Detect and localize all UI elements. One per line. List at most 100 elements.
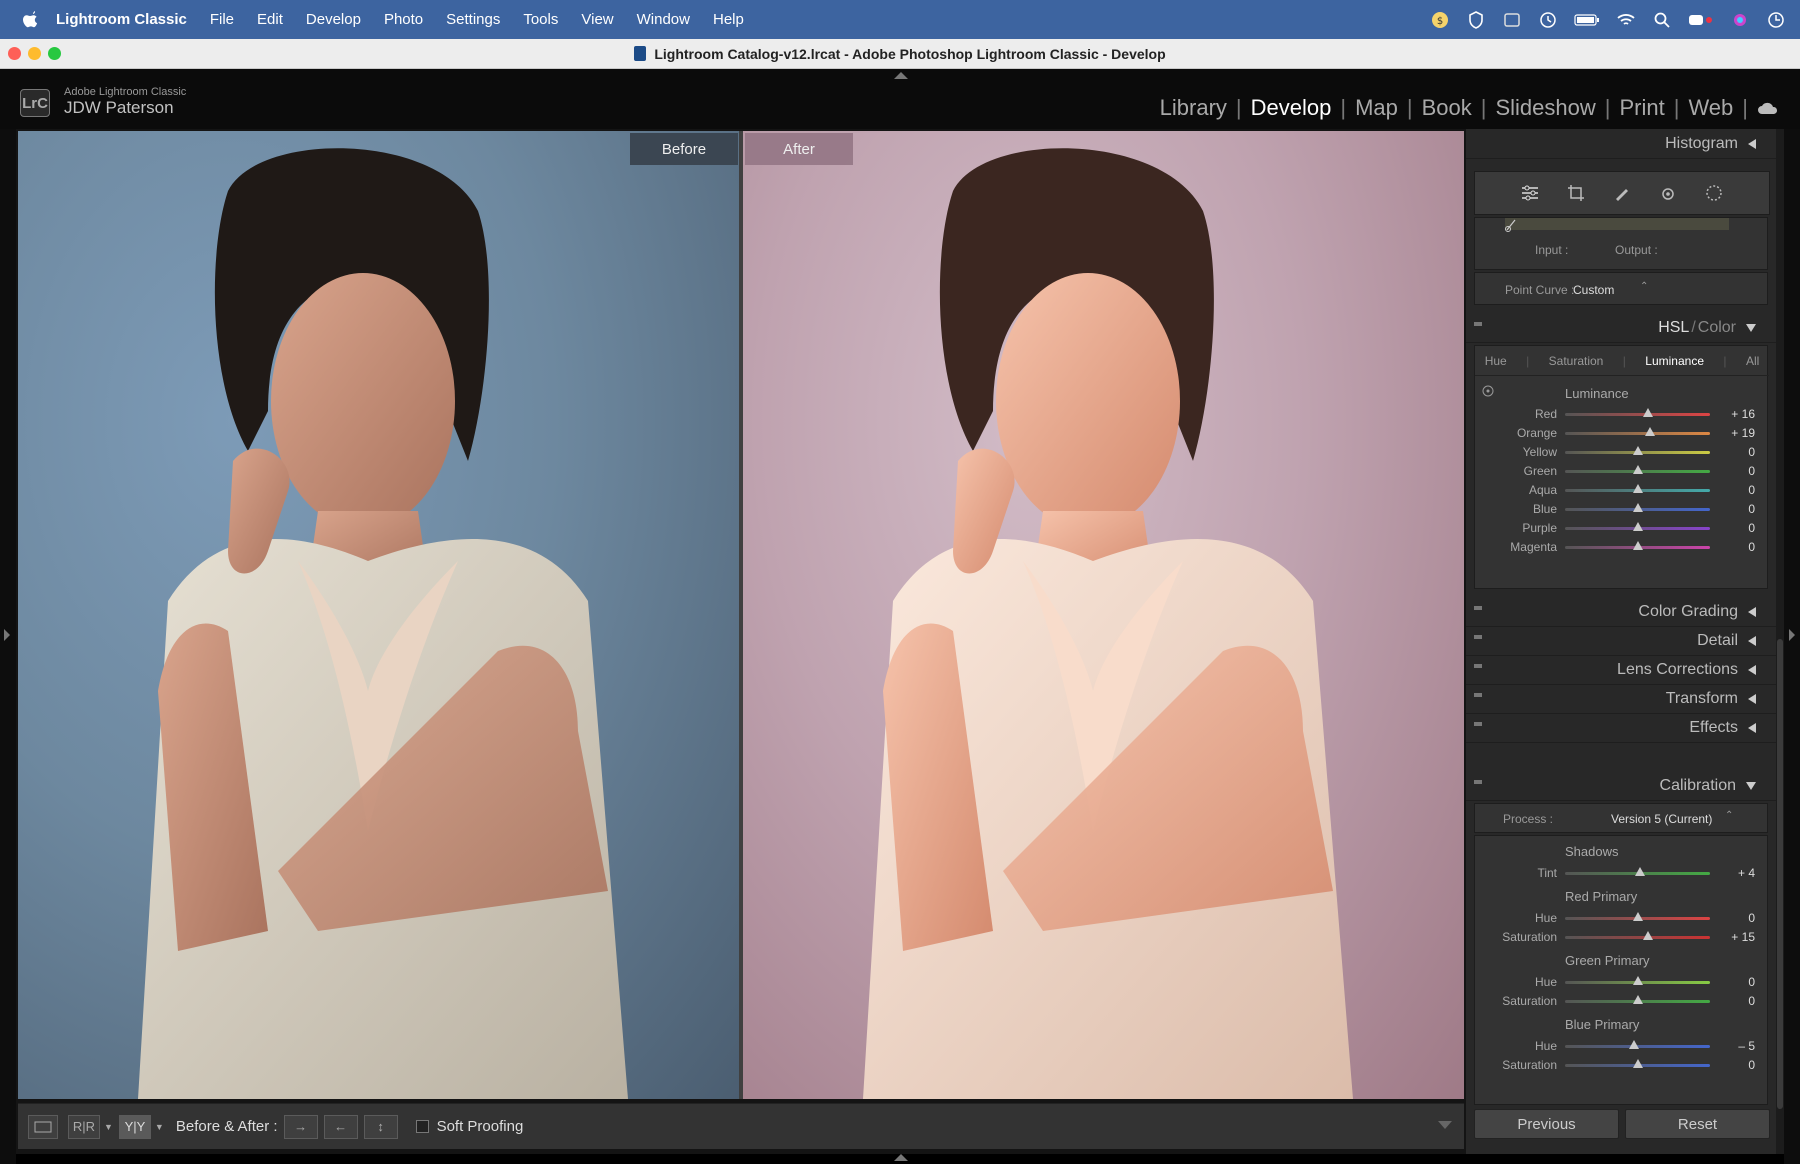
process-select[interactable]: Version 5 (Current) (1611, 812, 1712, 826)
menu-edit[interactable]: Edit (257, 11, 283, 28)
app-menu-extra-icon[interactable] (1502, 10, 1522, 30)
color-grading-panel-header[interactable]: Color Grading (1466, 597, 1776, 627)
slider-row-saturation[interactable]: Saturation 0 (1475, 991, 1769, 1011)
slider-value[interactable]: 0 (1748, 483, 1755, 497)
soft-proofing-checkbox[interactable] (415, 1120, 429, 1133)
effects-panel-header[interactable]: Effects (1466, 713, 1776, 743)
before-after-lr-button[interactable]: R|R (68, 1114, 100, 1139)
right-panel-toggle-icon[interactable] (1789, 629, 1795, 641)
top-panel-toggle-icon[interactable] (894, 72, 908, 79)
apple-menu-icon[interactable] (20, 10, 40, 30)
module-print[interactable]: Print (1610, 95, 1673, 121)
spotlight-search-icon[interactable] (1652, 10, 1672, 30)
slider-row-purple[interactable]: Purple 0 (1475, 518, 1769, 538)
slider-knob[interactable] (1632, 912, 1643, 921)
crop-icon[interactable] (1566, 183, 1586, 203)
dropbox-status-icon[interactable]: $ (1430, 10, 1450, 30)
time-machine-icon[interactable] (1538, 10, 1558, 30)
menu-photo[interactable]: Photo (384, 11, 423, 28)
window-zoom-button[interactable] (48, 47, 61, 60)
swap-before-after-button[interactable]: ↕ (363, 1114, 398, 1139)
slider-value[interactable]: 0 (1748, 975, 1755, 989)
slider-knob[interactable] (1635, 867, 1646, 876)
slider-knob[interactable] (1644, 427, 1655, 436)
panel-switch-icon[interactable] (1474, 780, 1482, 784)
slider-value[interactable]: + 16 (1731, 407, 1755, 421)
left-panel-toggle-icon[interactable] (4, 629, 10, 641)
slider-track[interactable] (1565, 432, 1710, 435)
slider-row-saturation[interactable]: Saturation 0 (1475, 1055, 1769, 1075)
module-develop[interactable]: Develop (1242, 95, 1341, 121)
transform-panel-header[interactable]: Transform (1466, 684, 1776, 714)
menu-app-name[interactable]: Lightroom Classic (56, 11, 187, 28)
photo-before[interactable] (18, 131, 739, 1099)
right-panel-scrollbar[interactable] (1776, 129, 1784, 1154)
slider-value[interactable]: 0 (1748, 445, 1755, 459)
slider-knob[interactable] (1632, 503, 1643, 512)
vpn-shield-icon[interactable] (1466, 10, 1486, 30)
slider-row-yellow[interactable]: Yellow 0 (1475, 442, 1769, 462)
slider-knob[interactable] (1632, 541, 1643, 550)
slider-value[interactable]: + 19 (1731, 426, 1755, 440)
panel-switch-icon[interactable] (1474, 322, 1482, 326)
menu-develop[interactable]: Develop (306, 11, 361, 28)
control-center-icon[interactable] (1688, 10, 1714, 30)
before-after-split-button[interactable]: Y|Y (118, 1114, 151, 1139)
slider-row-hue[interactable]: Hue – 5 (1475, 1036, 1769, 1056)
lrc-logo[interactable]: LrC (20, 89, 50, 117)
toolbar-content-menu-icon[interactable] (1438, 1121, 1452, 1129)
slider-value[interactable]: 0 (1748, 521, 1755, 535)
module-book[interactable]: Book (1413, 95, 1481, 121)
slider-value[interactable]: 0 (1748, 1058, 1755, 1072)
slider-row-orange[interactable]: Orange + 19 (1475, 423, 1769, 443)
red-eye-icon[interactable] (1658, 183, 1678, 203)
clock-icon[interactable] (1766, 10, 1786, 30)
slider-knob[interactable] (1632, 1059, 1643, 1068)
soft-proofing-label[interactable]: Soft Proofing (437, 1118, 524, 1135)
panel-switch-icon[interactable] (1474, 635, 1482, 639)
slider-value[interactable]: 0 (1748, 464, 1755, 478)
slider-knob[interactable] (1642, 408, 1653, 417)
slider-value[interactable]: 0 (1748, 994, 1755, 1008)
panel-switch-icon[interactable] (1474, 722, 1482, 726)
tab-saturation[interactable]: Saturation (1549, 354, 1604, 368)
slider-knob[interactable] (1628, 1040, 1639, 1049)
healing-brush-icon[interactable] (1612, 183, 1632, 203)
menu-help[interactable]: Help (713, 11, 744, 28)
module-map[interactable]: Map (1346, 95, 1407, 121)
edit-sliders-icon[interactable] (1520, 183, 1540, 203)
slider-row-blue[interactable]: Blue 0 (1475, 499, 1769, 519)
cloud-sync-icon[interactable] (1756, 99, 1780, 117)
slider-row-red[interactable]: Red + 16 (1475, 404, 1769, 424)
slider-row-tint[interactable]: Tint + 4 (1475, 863, 1769, 883)
slider-knob[interactable] (1643, 931, 1654, 940)
process-select-icon[interactable]: ⌃ (1725, 810, 1733, 821)
slider-value[interactable]: 0 (1748, 502, 1755, 516)
copy-before-to-after-button[interactable]: → (283, 1114, 318, 1139)
tab-hue[interactable]: Hue (1485, 354, 1507, 368)
slider-value[interactable]: 0 (1748, 911, 1755, 925)
tab-all[interactable]: All (1746, 354, 1759, 368)
panel-switch-icon[interactable] (1474, 664, 1482, 668)
menu-settings[interactable]: Settings (446, 11, 500, 28)
siri-icon[interactable] (1730, 10, 1750, 30)
photo-after[interactable] (743, 131, 1464, 1099)
menu-file[interactable]: File (210, 11, 234, 28)
slider-knob[interactable] (1632, 522, 1643, 531)
menu-tools[interactable]: Tools (523, 11, 558, 28)
battery-icon[interactable] (1574, 10, 1600, 30)
slider-row-saturation[interactable]: Saturation + 15 (1475, 927, 1769, 947)
slider-row-magenta[interactable]: Magenta 0 (1475, 537, 1769, 557)
slider-value[interactable]: + 4 (1738, 866, 1755, 880)
slider-value[interactable]: – 5 (1738, 1039, 1755, 1053)
point-curve-select-icon[interactable]: ⌃ (1640, 281, 1648, 292)
slider-value[interactable]: 0 (1748, 540, 1755, 554)
module-library[interactable]: Library (1151, 95, 1236, 121)
slider-value[interactable]: + 15 (1731, 930, 1755, 944)
previous-button[interactable]: Previous (1474, 1109, 1619, 1139)
window-minimize-button[interactable] (28, 47, 41, 60)
module-web[interactable]: Web (1679, 95, 1742, 121)
slider-row-green[interactable]: Green 0 (1475, 461, 1769, 481)
menu-window[interactable]: Window (637, 11, 690, 28)
menu-view[interactable]: View (581, 11, 613, 28)
